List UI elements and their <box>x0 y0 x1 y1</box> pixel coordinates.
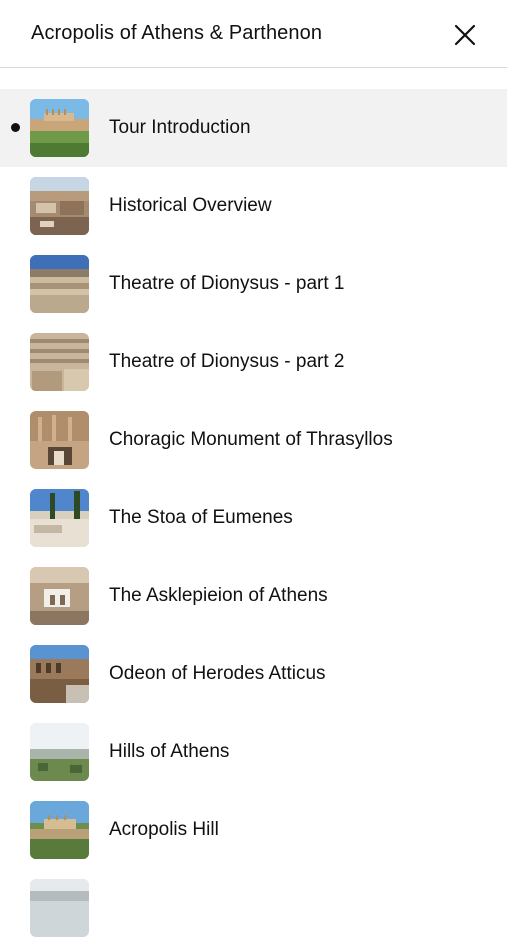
stop-label: Acropolis Hill <box>109 819 219 840</box>
stop-thumbnail <box>30 333 89 391</box>
header-bar: Acropolis of Athens & Parthenon <box>0 0 507 68</box>
stop-thumbnail <box>30 723 89 781</box>
page-title: Acropolis of Athens & Parthenon <box>31 22 323 44</box>
stop-thumbnail <box>30 489 89 547</box>
stop-thumbnail <box>30 255 89 313</box>
list-item-hills-of-athens[interactable]: Hills of Athens <box>0 713 507 791</box>
stop-label: Odeon of Herodes Atticus <box>109 663 326 684</box>
stop-list: Tour Introduction Historical Overview Th… <box>0 89 507 947</box>
list-item-acropolis-hill[interactable]: Acropolis Hill <box>0 791 507 869</box>
stop-thumbnail <box>30 411 89 469</box>
list-item-odeon-of-herodes-atticus[interactable]: Odeon of Herodes Atticus <box>0 635 507 713</box>
stop-thumbnail <box>30 99 89 157</box>
stop-label: The Stoa of Eumenes <box>109 507 293 528</box>
list-item-historical-overview[interactable]: Historical Overview <box>0 167 507 245</box>
stop-label: The Asklepieion of Athens <box>109 585 328 606</box>
stop-label: Tour Introduction <box>109 117 251 138</box>
stop-label: Theatre of Dionysus - part 2 <box>109 351 345 372</box>
list-item-choragic-monument-of-thrasyllos[interactable]: Choragic Monument of Thrasyllos <box>0 401 507 479</box>
list-item-partial[interactable] <box>0 869 507 947</box>
list-item-theatre-of-dionysus-part-2[interactable]: Theatre of Dionysus - part 2 <box>0 323 507 401</box>
stop-label: Historical Overview <box>109 195 272 216</box>
list-item-the-asklepieion-of-athens[interactable]: The Asklepieion of Athens <box>0 557 507 635</box>
close-icon <box>454 24 476 46</box>
list-item-the-stoa-of-eumenes[interactable]: The Stoa of Eumenes <box>0 479 507 557</box>
list-item-tour-introduction[interactable]: Tour Introduction <box>0 89 507 167</box>
close-button[interactable] <box>448 18 482 52</box>
stop-label: Theatre of Dionysus - part 1 <box>109 273 345 294</box>
stop-label: Choragic Monument of Thrasyllos <box>109 429 393 450</box>
list-item-theatre-of-dionysus-part-1[interactable]: Theatre of Dionysus - part 1 <box>0 245 507 323</box>
stop-thumbnail <box>30 879 89 937</box>
current-stop-indicator <box>11 123 20 132</box>
stop-thumbnail <box>30 567 89 625</box>
stop-thumbnail <box>30 801 89 859</box>
stop-thumbnail <box>30 177 89 235</box>
stop-thumbnail <box>30 645 89 703</box>
stop-label: Hills of Athens <box>109 741 230 762</box>
